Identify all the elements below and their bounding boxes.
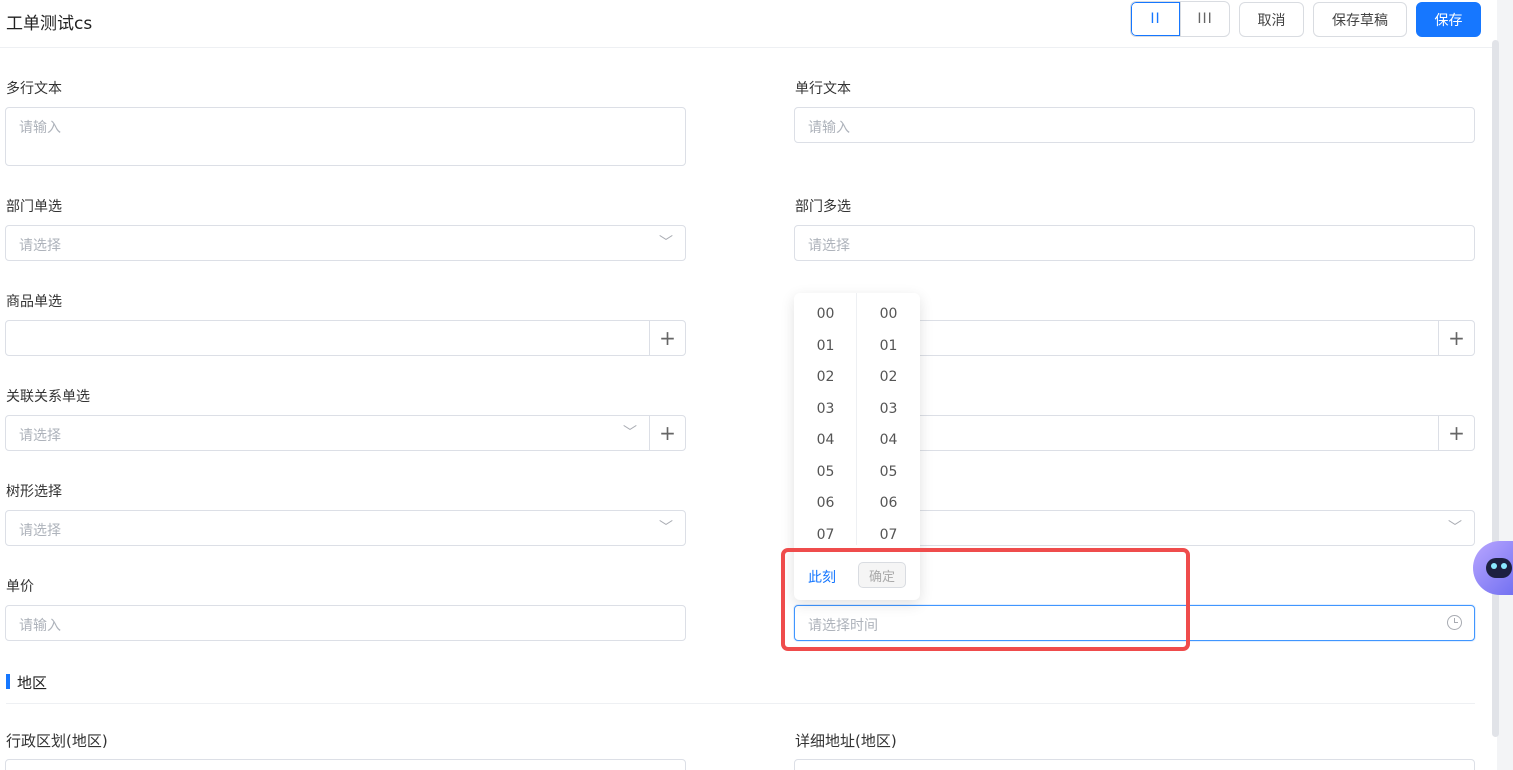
minute-option[interactable]: 06: [857, 495, 920, 511]
tree-select-placeholder: 请选择: [19, 523, 61, 539]
chevron-down-icon: ﹀: [659, 235, 673, 251]
hour-option[interactable]: 03: [794, 401, 857, 417]
minute-column[interactable]: 00 01 02 03 04 05 06 07: [857, 293, 920, 545]
hour-option[interactable]: 05: [794, 464, 857, 480]
scrollbar-track[interactable]: [1497, 0, 1513, 770]
product-single-label: 商品单选: [6, 294, 62, 310]
dept-single-placeholder: 请选择: [19, 238, 61, 254]
relation-single-select[interactable]: 请选择 ﹀ +: [5, 415, 686, 451]
hour-option[interactable]: 06: [794, 495, 857, 511]
minute-option[interactable]: 01: [857, 338, 920, 354]
multiline-text-input[interactable]: 请输入: [5, 107, 686, 166]
assistant-eye: [1501, 563, 1507, 569]
clock-icon: [1447, 615, 1462, 630]
header: 工单测试cs II III 取消 保存草稿 保存: [0, 0, 1497, 48]
layout-three-column-button[interactable]: III: [1180, 2, 1229, 36]
plus-icon[interactable]: +: [1438, 320, 1474, 356]
dept-single-label: 部门单选: [6, 199, 62, 215]
multiline-text-placeholder: 请输入: [19, 120, 61, 136]
unit-price-input[interactable]: 请输入: [5, 605, 686, 641]
page: 工单测试cs II III 取消 保存草稿 保存 多行文本 请输入 部门单选 请…: [0, 0, 1513, 770]
save-draft-button[interactable]: 保存草稿: [1313, 2, 1407, 37]
tree-select[interactable]: 请选择 ﹀: [5, 510, 686, 546]
layout-two-column-button[interactable]: II: [1131, 2, 1181, 36]
assistant-avatar-icon[interactable]: [1473, 541, 1513, 595]
save-button[interactable]: 保存: [1416, 2, 1481, 37]
single-line-text-input[interactable]: 请输入: [794, 107, 1475, 143]
plus-icon[interactable]: +: [649, 320, 685, 356]
single-line-text-placeholder: 请输入: [808, 120, 850, 136]
minute-option[interactable]: 04: [857, 432, 920, 448]
product-single-input[interactable]: +: [5, 320, 686, 356]
admin-division-label: 行政区划(地区): [6, 732, 108, 750]
minute-option[interactable]: 03: [857, 401, 920, 417]
unit-price-label: 单价: [6, 579, 34, 595]
tree-select-label: 树形选择: [6, 484, 62, 500]
dept-multi-placeholder: 请选择: [808, 238, 850, 254]
cancel-button[interactable]: 取消: [1239, 2, 1304, 37]
hour-option[interactable]: 01: [794, 338, 857, 354]
dept-single-select[interactable]: 请选择 ﹀: [5, 225, 686, 261]
chevron-down-icon: ﹀: [1448, 520, 1462, 536]
detail-address-label: 详细地址(地区): [795, 732, 897, 750]
section-marker: [6, 674, 10, 689]
assistant-face: [1486, 558, 1512, 578]
unit-price-placeholder: 请输入: [19, 618, 61, 634]
plus-icon[interactable]: +: [1438, 415, 1474, 451]
hour-column[interactable]: 00 01 02 03 04 05 06 07: [794, 293, 857, 545]
relation-single-label: 关联关系单选: [6, 389, 90, 405]
plus-icon[interactable]: +: [649, 415, 685, 451]
highlight-annotation: [781, 548, 1190, 651]
detail-address-input[interactable]: [794, 759, 1475, 770]
section-divider: [6, 703, 1475, 704]
scrollbar-thumb[interactable]: [1492, 40, 1499, 737]
page-title: 工单测试cs: [6, 14, 93, 34]
hour-option[interactable]: 04: [794, 432, 857, 448]
minute-option[interactable]: 00: [857, 306, 920, 322]
hour-option[interactable]: 02: [794, 369, 857, 385]
dept-multi-label: 部门多选: [795, 199, 851, 215]
dept-multi-select[interactable]: 请选择: [794, 225, 1475, 261]
relation-single-placeholder: 请选择: [19, 428, 61, 444]
single-line-text-label: 单行文本: [795, 81, 851, 97]
admin-division-select[interactable]: [5, 759, 686, 770]
minute-option[interactable]: 02: [857, 369, 920, 385]
chevron-down-icon: ﹀: [659, 520, 673, 536]
section-title: 地区: [17, 674, 48, 692]
chevron-down-icon: ﹀: [623, 425, 637, 441]
multiline-text-label: 多行文本: [6, 81, 62, 97]
hour-option[interactable]: 07: [794, 527, 857, 543]
minute-option[interactable]: 05: [857, 464, 920, 480]
layout-toggle: II III: [1130, 1, 1230, 37]
minute-option[interactable]: 07: [857, 527, 920, 543]
hour-option[interactable]: 00: [794, 306, 857, 322]
assistant-eye: [1491, 563, 1497, 569]
